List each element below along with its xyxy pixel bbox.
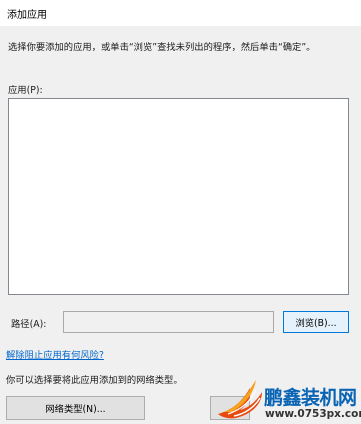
path-input[interactable] (63, 311, 274, 333)
instruction-text: 选择你要添加的应用，或单击“浏览”查找未列出的程序，然后单击“确定”。 (8, 42, 316, 53)
network-types-button[interactable]: 网络类型(N)... (6, 396, 145, 420)
network-type-note: 你可以选择要将此应用添加到的网络类型。 (6, 375, 183, 386)
dialog-title: 添加应用 (7, 10, 47, 21)
add-button[interactable] (210, 396, 250, 420)
watermark-brand: 鹏鑫装机网 (264, 387, 357, 409)
path-label: 路径(A): (11, 319, 47, 330)
title-bar: 添加应用 (0, 0, 361, 26)
browse-button[interactable]: 浏览(B)... (283, 311, 349, 333)
unblock-risk-link[interactable]: 解除阻止应用有何风险? (6, 347, 104, 361)
add-app-dialog: 添加应用 选择你要添加的应用，或单击“浏览”查找未列出的程序，然后单击“确定”。… (0, 0, 361, 424)
app-list[interactable] (8, 98, 349, 295)
watermark-url: www.0753px.com (265, 408, 361, 420)
apps-label: 应用(P): (8, 85, 43, 96)
